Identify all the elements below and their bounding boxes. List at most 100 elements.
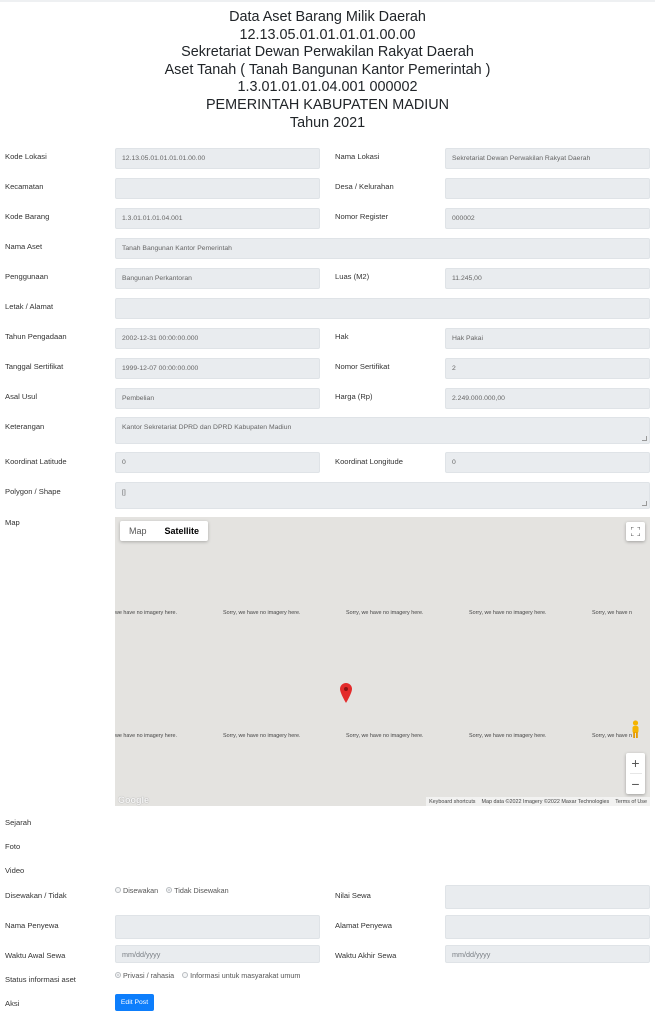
latitude-field[interactable]: 0 <box>115 452 320 473</box>
radio-circle-icon[interactable] <box>115 972 121 979</box>
penggunaan-label: Penggunaan <box>5 272 49 281</box>
polygon-label: Polygon / Shape <box>5 487 61 496</box>
tahun-pengadaan-field[interactable]: 2002-12-31 00:00:00.000 <box>115 328 320 349</box>
harga-field[interactable]: 2.249.000.000,00 <box>445 388 650 409</box>
zoom-control: + − <box>626 753 645 794</box>
pegman-icon <box>632 720 639 738</box>
keterangan-label: Keterangan <box>5 422 45 431</box>
kode-barang-field[interactable]: 1.3.01.01.01.04.001 <box>115 208 320 229</box>
map-marker-icon[interactable] <box>340 683 352 703</box>
letak-field[interactable] <box>115 298 650 319</box>
status-info-radio-group: Privasi / rahasia Informasi untuk masyar… <box>115 971 306 980</box>
no-imagery-text: we have no imagery here. <box>115 610 178 616</box>
no-imagery-text: Sorry, we have no imagery here. <box>223 733 301 739</box>
polygon-value: [] <box>122 489 126 496</box>
video-label: Video <box>5 866 25 875</box>
terms-link[interactable]: Terms of Use <box>615 799 647 805</box>
header-line-3: Sekretariat Dewan Perwakilan Rakyat Daer… <box>181 44 474 61</box>
nama-aset-field[interactable]: Tanah Bangunan Kantor Pemerintah <box>115 238 650 259</box>
disewakan-radio-group: Disewakan Tidak Disewakan <box>115 886 235 895</box>
desa-label: Desa / Kelurahan <box>335 182 394 191</box>
no-imagery-text: Sorry, we have n <box>592 733 633 739</box>
no-imagery-text: Sorry, we have no imagery here. <box>346 733 424 739</box>
aksi-label: Aksi <box>5 999 20 1008</box>
header-line-4: Aset Tanah ( Tanah Bangunan Kantor Pemer… <box>164 61 491 78</box>
tanggal-sertifikat-label: Tanggal Sertifikat <box>5 362 64 371</box>
harga-label: Harga (Rp) <box>335 392 373 401</box>
satellite-tab[interactable]: Satellite <box>156 521 209 541</box>
desa-field[interactable] <box>445 178 650 199</box>
map-view[interactable]: Map Satellite we have no imagery here. S… <box>115 517 650 806</box>
hak-field[interactable]: Hak Pakai <box>445 328 650 349</box>
radio-informasi-umum[interactable]: Informasi untuk masyarakat umum <box>182 971 300 980</box>
penggunaan-field[interactable]: Bangunan Perkantoran <box>115 268 320 289</box>
nomor-sertifikat-field[interactable]: 2 <box>445 358 650 379</box>
zoom-out-button[interactable]: − <box>631 774 639 794</box>
no-imagery-text: Sorry, we have no imagery here. <box>346 610 424 616</box>
alamat-penyewa-field[interactable] <box>445 915 650 939</box>
radio-circle-icon[interactable] <box>166 887 173 894</box>
no-imagery-text: we have no imagery here. <box>115 733 178 739</box>
map-data-text: Map data ©2022 Imagery ©2022 Maxar Techn… <box>481 798 610 805</box>
keyboard-shortcuts-link[interactable]: Keyboard shortcuts <box>429 799 475 805</box>
nilai-sewa-field[interactable] <box>445 885 650 909</box>
resize-handle-icon[interactable] <box>642 501 647 506</box>
keterangan-textarea[interactable]: Kantor Sekretariat DPRD dan DPRD Kabupat… <box>115 417 650 444</box>
edit-post-button[interactable]: Edit Post <box>115 994 154 1011</box>
google-logo[interactable]: Google <box>118 795 149 805</box>
nilai-sewa-label: Nilai Sewa <box>335 891 371 900</box>
radio-tidak-disewakan[interactable]: Tidak Disewakan <box>166 886 229 895</box>
page-header: Data Aset Barang Milik Daerah 12.13.05.0… <box>0 9 655 132</box>
letak-label: Letak / Alamat <box>5 302 54 311</box>
top-divider <box>0 0 655 2</box>
nama-lokasi-field[interactable]: Sekretariat Dewan Perwakilan Rakyat Daer… <box>445 148 650 169</box>
nomor-register-label: Nomor Register <box>335 212 389 221</box>
radio-circle-icon[interactable] <box>182 972 189 979</box>
fullscreen-icon <box>631 527 640 536</box>
sejarah-label: Sejarah <box>5 818 32 827</box>
radio-tidak-disewakan-label: Tidak Disewakan <box>174 886 229 895</box>
header-line-1: Data Aset Barang Milik Daerah <box>229 9 426 25</box>
nomor-register-field[interactable]: 000002 <box>445 208 650 229</box>
nama-penyewa-field[interactable] <box>115 915 320 939</box>
luas-field[interactable]: 11.245,00 <box>445 268 650 289</box>
map-tab[interactable]: Map <box>120 521 156 541</box>
no-imagery-text: Sorry, we have no imagery here. <box>223 610 301 616</box>
kecamatan-field[interactable] <box>115 178 320 199</box>
nomor-sertifikat-label: Nomor Sertifikat <box>335 362 390 371</box>
polygon-textarea[interactable]: [] <box>115 482 650 509</box>
fullscreen-button[interactable] <box>626 522 645 541</box>
pegman-button[interactable] <box>630 720 641 739</box>
no-imagery-text: Sorry, we have no imagery here. <box>469 733 547 739</box>
nama-penyewa-label: Nama Penyewa <box>5 921 59 930</box>
tanggal-sertifikat-field[interactable]: 1999-12-07 00:00:00.000 <box>115 358 320 379</box>
asal-usul-label: Asal Usul <box>5 392 38 401</box>
foto-label: Foto <box>5 842 21 851</box>
longitude-field[interactable]: 0 <box>445 452 650 473</box>
no-imagery-text: Sorry, we have n <box>592 610 633 616</box>
radio-disewakan[interactable]: Disewakan <box>115 886 158 895</box>
kecamatan-label: Kecamatan <box>5 182 44 191</box>
radio-privasi[interactable]: Privasi / rahasia <box>115 971 174 980</box>
latitude-label: Koordinat Latitude <box>5 457 67 466</box>
waktu-akhir-label: Waktu Akhir Sewa <box>335 951 397 960</box>
resize-handle-icon[interactable] <box>642 436 647 441</box>
nama-aset-label: Nama Aset <box>5 242 43 251</box>
hak-label: Hak <box>335 332 349 341</box>
radio-privasi-label: Privasi / rahasia <box>123 971 175 980</box>
header-line-5: 1.3.01.01.01.04.001 000002 <box>237 79 418 96</box>
radio-informasi-umum-label: Informasi untuk masyarakat umum <box>190 971 301 980</box>
no-imagery-text: Sorry, we have no imagery here. <box>469 610 547 616</box>
waktu-awal-date-input[interactable]: mm/dd/yyyy <box>115 945 320 963</box>
asal-usul-field[interactable]: Pembelian <box>115 388 320 409</box>
kode-lokasi-field[interactable]: 12.13.05.01.01.01.01.00.00 <box>115 148 320 169</box>
kode-lokasi-label: Kode Lokasi <box>5 152 47 161</box>
map-type-control: Map Satellite <box>120 521 209 541</box>
map-label: Map <box>5 518 20 527</box>
header-line-2: 12.13.05.01.01.01.01.00.00 <box>239 26 416 43</box>
header-line-7: Tahun 2021 <box>289 114 366 131</box>
waktu-akhir-date-input[interactable]: mm/dd/yyyy <box>445 945 650 963</box>
radio-circle-icon[interactable] <box>115 887 121 894</box>
waktu-awal-label: Waktu Awal Sewa <box>5 951 66 960</box>
zoom-in-button[interactable]: + <box>631 753 639 773</box>
